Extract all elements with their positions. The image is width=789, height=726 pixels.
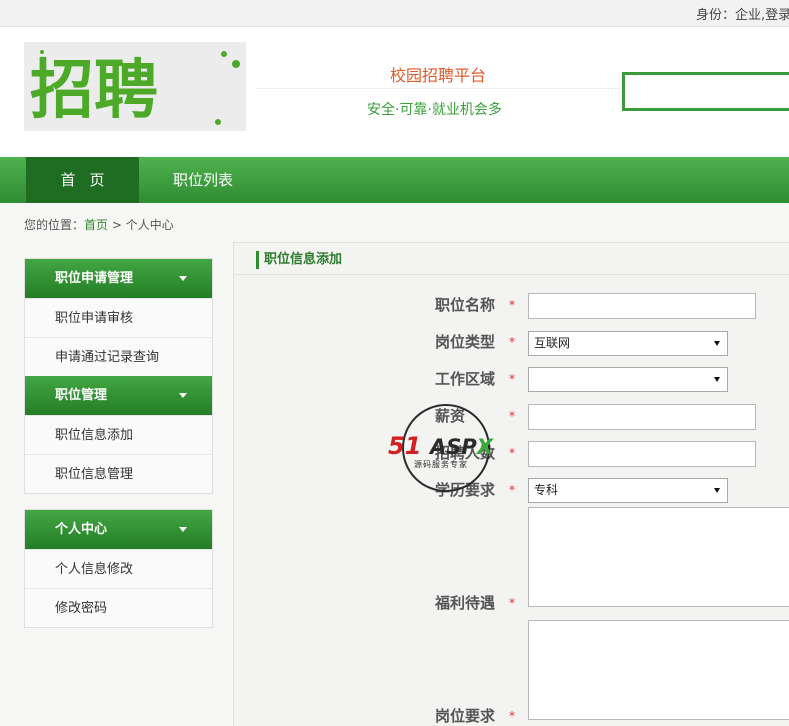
sidebar-item-add-job[interactable]: 职位信息添加 [25, 415, 212, 454]
divider [255, 88, 620, 89]
sidebar-heading-job-management[interactable]: 职位管理 [25, 376, 212, 415]
required-mark: * [509, 372, 515, 386]
sidebar-personal-group: 个人中心 个人信息修改 修改密码 [24, 509, 213, 628]
top-bar: 身份：企业,登录 [0, 0, 789, 27]
required-mark: * [509, 409, 515, 423]
divider [234, 274, 789, 275]
required-mark: * [509, 446, 515, 460]
logo-image: 招聘 [24, 42, 246, 131]
dropdown-arrow-icon [714, 377, 720, 382]
sidebar-heading-label: 个人中心 [55, 522, 108, 537]
breadcrumb-prefix: 您的位置： [24, 218, 85, 232]
dropdown-arrow-icon [714, 341, 720, 346]
sidebar-heading-job-application[interactable]: 职位申请管理 [25, 259, 212, 298]
required-mark: * [509, 709, 515, 723]
sidebar-heading-label: 职位申请管理 [55, 271, 134, 286]
dropdown-arrow-icon [714, 488, 720, 493]
sidebar-item-change-password[interactable]: 修改密码 [25, 588, 212, 627]
site-logo[interactable]: 招聘 [24, 42, 246, 131]
sidebar-item-edit-profile[interactable]: 个人信息修改 [25, 549, 212, 588]
sidebar-heading-personal-center[interactable]: 个人中心 [25, 510, 212, 549]
svg-text:招聘: 招聘 [30, 54, 158, 128]
site-slogan: 安全·可靠·就业机会多 [367, 102, 502, 118]
work-area-label: 工作区域 [435, 370, 496, 388]
job-name-label: 职位名称 [435, 296, 496, 314]
main-nav: 首页 职位列表 [0, 157, 789, 203]
education-select[interactable]: 专科 [528, 478, 728, 503]
sidebar-item-approved-records[interactable]: 申请通过记录查询 [25, 337, 212, 376]
required-mark: * [509, 335, 515, 349]
required-mark: * [509, 483, 515, 497]
sidebar-job-application-group: 职位申请管理 职位申请审核 申请通过记录查询 职位管理 职位信息添加 职位信息管… [24, 258, 213, 494]
header: 招聘 校园招聘平台 安全·可靠·就业机会多 [0, 27, 789, 157]
breadcrumb-home-link[interactable]: 首页 [84, 218, 108, 232]
job-type-value: 互联网 [534, 336, 571, 350]
salary-label: 薪资 [435, 407, 466, 425]
required-mark: * [509, 596, 515, 610]
education-value: 专科 [534, 483, 559, 497]
panel-title: 职位信息添加 [256, 251, 342, 269]
job-name-input[interactable] [528, 293, 756, 319]
requirements-label: 岗位要求 [435, 707, 496, 725]
sidebar-heading-label: 职位管理 [55, 388, 108, 403]
caret-down-icon [179, 393, 187, 398]
search-input[interactable] [622, 72, 789, 111]
headcount-label: 招聘人数 [435, 444, 496, 462]
education-label: 学历要求 [435, 481, 496, 499]
breadcrumb-current: 个人中心 [125, 218, 174, 232]
breadcrumb-separator: > [108, 218, 126, 232]
user-identity: 身份：企业,登录 [696, 8, 789, 23]
nav-home[interactable]: 首页 [26, 157, 139, 203]
benefits-label: 福利待遇 [435, 594, 496, 612]
required-mark: * [509, 298, 515, 312]
breadcrumb: 您的位置：首页 > 个人中心 [24, 216, 174, 233]
salary-input[interactable] [528, 404, 756, 430]
job-type-select[interactable]: 互联网 [528, 331, 728, 356]
requirements-textarea[interactable] [528, 620, 789, 720]
site-name: 校园招聘平台 [390, 66, 487, 85]
sidebar-item-application-review[interactable]: 职位申请审核 [25, 298, 212, 337]
nav-job-list[interactable]: 职位列表 [173, 157, 233, 203]
caret-down-icon [179, 527, 187, 532]
benefits-textarea[interactable] [528, 507, 789, 607]
caret-down-icon [179, 276, 187, 281]
sidebar-item-manage-jobs[interactable]: 职位信息管理 [25, 454, 212, 493]
job-type-label: 岗位类型 [435, 333, 496, 351]
work-area-select[interactable] [528, 367, 728, 392]
headcount-input[interactable] [528, 441, 756, 467]
